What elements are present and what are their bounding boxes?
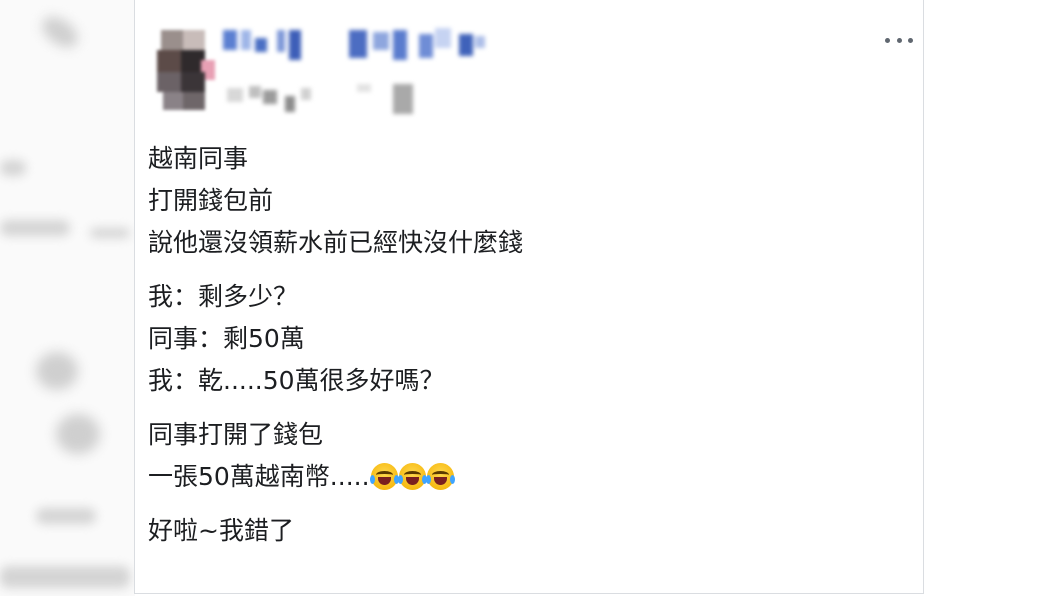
post-line: 我：乾.....50萬很多好嗎？	[148, 366, 445, 395]
more-dot	[885, 37, 890, 43]
more-dot	[896, 37, 902, 43]
post-paragraph: 越南同事 打開錢包前 說他還沒領薪水前已經快沒什麼錢	[148, 138, 908, 264]
post-paragraph: 我：剩多少？ 同事：剩50萬 我：乾.....50萬很多好嗎？	[148, 276, 908, 402]
post-paragraph: 好啦~我錯了	[148, 510, 908, 552]
blurred-shape	[0, 220, 70, 236]
post-line: 同事：剩50萬	[148, 324, 305, 353]
blurred-shape	[36, 508, 96, 524]
avatar[interactable]	[157, 30, 215, 112]
post-line-with-emoji: 一張50萬越南幣.....	[148, 456, 908, 498]
tears-of-joy-icon	[397, 463, 427, 490]
blurred-shape	[36, 352, 78, 390]
post-paragraph: 同事打開了錢包 一張50萬越南幣.....	[148, 414, 908, 498]
blurred-shape	[0, 160, 26, 176]
tears-of-joy-icon	[369, 463, 399, 490]
post-line: 同事打開了錢包	[148, 420, 324, 449]
post-text: 越南同事 打開錢包前 說他還沒領薪水前已經快沒什麼錢 我：剩多少？ 同事：剩50…	[148, 138, 908, 564]
blurred-shape	[36, 10, 84, 54]
post-line: 說他還沒領薪水前已經快沒什麼錢	[148, 228, 524, 257]
blurred-shape	[0, 566, 130, 588]
post-meta-redacted[interactable]	[227, 80, 447, 114]
tears-of-joy-icon	[425, 463, 455, 490]
post-card: 越南同事 打開錢包前 說他還沒領薪水前已經快沒什麼錢 我：剩多少？ 同事：剩50…	[134, 0, 924, 594]
author-name-redacted[interactable]	[223, 26, 523, 66]
more-options-icon[interactable]	[885, 30, 913, 50]
blurred-shape	[90, 228, 130, 238]
post-line-text: 一張50萬越南幣.....	[148, 462, 370, 491]
post-line: 越南同事	[148, 144, 249, 173]
blurred-shape	[56, 414, 100, 454]
post-line: 我：剩多少？	[148, 282, 299, 311]
post-line: 好啦~我錯了	[148, 516, 294, 545]
post-line: 打開錢包前	[148, 186, 274, 215]
more-dot	[908, 37, 913, 43]
blurred-background	[0, 0, 135, 596]
